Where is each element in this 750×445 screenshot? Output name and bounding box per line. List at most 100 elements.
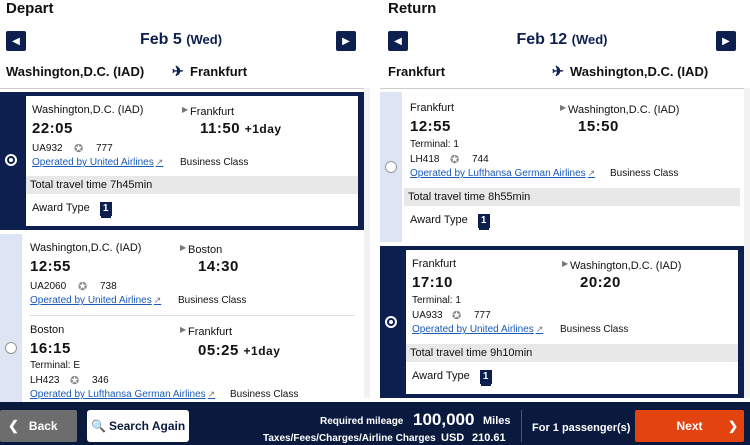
search-again-label: Search Again (108, 419, 186, 433)
arrow-right-icon: ▶ (560, 103, 567, 112)
total-travel-time: Total travel time 8h55min (404, 188, 740, 206)
operated-by-link[interactable]: Operated by United Airlines ↗ (30, 295, 161, 306)
divider (380, 88, 750, 89)
chevron-left-icon: ❮ (8, 418, 19, 433)
arrival-time-value: 11:50 (200, 120, 241, 137)
operator-text: Operated by Lufthansa German Airlines (30, 389, 206, 400)
arrival-time: 05:25 +1day (198, 342, 280, 359)
departure-time: 22:05 (32, 120, 73, 137)
depart-date: Feb 5 (Wed) (6, 31, 356, 49)
miles-unit: Miles (483, 415, 511, 427)
award-type-link[interactable]: 1 (99, 202, 112, 216)
award-type: Award Type 1 (412, 370, 492, 384)
depart-route-origin: Washington,D.C. (IAD) (6, 64, 145, 79)
departure-city: Frankfurt (412, 258, 457, 270)
external-link-icon: ↗ (153, 295, 162, 305)
back-button[interactable]: ❮ Back (0, 410, 77, 442)
arrival-time: 15:50 (578, 118, 619, 135)
aircraft-type: 777 (96, 143, 113, 154)
cabin-class: Business Class (610, 168, 679, 179)
operated-by-link[interactable]: Operated by United Airlines ↗ (412, 324, 543, 335)
return-day-of-week: (Wed) (571, 32, 608, 47)
arrival-city: Washington,D.C. (IAD) (570, 260, 682, 272)
flight-number: UA932 (32, 143, 63, 154)
flight-card: Frankfurt ▶ Washington,D.C. (IAD) 12:55 … (404, 94, 740, 240)
search-again-button[interactable]: 🔍 Search Again (87, 410, 189, 442)
return-title: Return (388, 0, 437, 17)
arrow-right-icon: ▶ (180, 243, 187, 252)
departure-time: 16:15 (30, 340, 71, 357)
return-flight-option-2[interactable]: Frankfurt ▶ Washington,D.C. (IAD) 17:10 … (380, 246, 744, 398)
star-alliance-logo-icon: ✪ (452, 310, 462, 322)
aircraft-type: 744 (472, 154, 489, 165)
return-date-bar: ◀ Feb 12 (Wed) ▶ (388, 29, 736, 53)
operator-text: Operated by United Airlines (32, 157, 154, 168)
depart-title: Depart (6, 0, 54, 17)
required-mileage-value: 100,000 (413, 410, 475, 429)
depart-scrollbar[interactable] (364, 88, 370, 398)
return-next-date-button[interactable]: ▶ (716, 31, 736, 51)
taxes-label: Taxes/Fees/Charges/Airline Charges (263, 433, 436, 444)
arrow-right-icon: ▶ (562, 259, 569, 268)
divider (521, 410, 522, 442)
depart-next-date-button[interactable]: ▶ (336, 31, 356, 51)
required-mileage-label: Required mileage (320, 416, 404, 427)
total-travel-time: Total travel time 9h10min (406, 344, 738, 362)
depart-flight-1-radio[interactable] (5, 154, 17, 166)
aircraft-type: 738 (100, 281, 117, 292)
operated-by-link[interactable]: Operated by United Airlines ↗ (32, 157, 163, 168)
footer-bar: ❮ Back 🔍 Search Again Required mileage 100… (0, 402, 750, 445)
external-link-icon: ↗ (155, 157, 164, 167)
depart-date-bar: ◀ Feb 5 (Wed) ▶ (6, 29, 356, 53)
return-flight-2-radio[interactable] (385, 316, 397, 328)
return-route-origin: Frankfurt (388, 64, 446, 79)
external-link-icon: ↗ (535, 324, 544, 334)
leg-divider (30, 315, 354, 316)
arrival-city: Frankfurt (188, 326, 233, 338)
flight-number: LH418 (410, 154, 440, 165)
flight-card: Frankfurt ▶ Washington,D.C. (IAD) 17:10 … (404, 248, 740, 396)
divider (0, 88, 370, 89)
departure-city: Washington,D.C. (IAD) (30, 242, 142, 254)
search-icon: 🔍 (91, 419, 106, 433)
award-type-link[interactable]: 1 (479, 370, 492, 384)
award-type-label: Award Type (410, 214, 468, 226)
depart-flight-2-radio[interactable] (5, 342, 17, 354)
plane-icon: ✈ (172, 63, 184, 79)
plane-icon: ✈ (552, 63, 564, 79)
next-day-indicator: +1day (244, 122, 282, 136)
depart-day-of-week: (Wed) (186, 32, 223, 47)
next-button-label: Next (676, 419, 703, 433)
operator-text: Operated by United Airlines (412, 324, 534, 335)
return-route: Frankfurt ✈ Washington,D.C. (IAD) (388, 63, 744, 82)
back-button-label: Back (28, 419, 58, 433)
return-flight-1-radio[interactable] (385, 161, 397, 173)
flight-card: Washington,D.C. (IAD) ▶ Frankfurt 22:05 … (24, 94, 360, 228)
arrival-city: Frankfurt (190, 106, 235, 118)
taxes-currency: USD (441, 432, 465, 444)
next-button[interactable]: Next ❯ (635, 410, 744, 442)
external-link-icon: ↗ (207, 389, 216, 399)
award-type-label: Award Type (412, 370, 470, 382)
arrival-time: 14:30 (198, 258, 239, 275)
flight-selection-page: Depart ◀ Feb 5 (Wed) ▶ Washington,D.C. (… (0, 0, 750, 445)
arrival-city: Washington,D.C. (IAD) (568, 104, 680, 116)
star-alliance-logo-icon: ✪ (450, 154, 460, 166)
passenger-count: For 1 passenger(s) (532, 422, 631, 434)
star-alliance-logo-icon: ✪ (70, 375, 80, 387)
award-type-link[interactable]: 1 (477, 214, 490, 228)
depart-flight-option-2[interactable]: Washington,D.C. (IAD) ▶ Boston 12:55 14:… (0, 234, 364, 402)
depart-date-text: Feb 5 (139, 31, 182, 48)
operated-by-link[interactable]: Operated by Lufthansa German Airlines ↗ (30, 389, 215, 400)
operated-by-link[interactable]: Operated by Lufthansa German Airlines ↗ (410, 168, 595, 179)
flight-leg: Frankfurt ▶ Washington,D.C. (IAD) 12:55 … (410, 100, 734, 190)
arrival-time: 11:50 +1day (200, 120, 282, 137)
depart-route: Washington,D.C. (IAD) ✈ Frankfurt (6, 63, 362, 82)
terminal: Terminal: 1 (410, 139, 459, 150)
departure-time: 17:10 (412, 274, 453, 291)
depart-flight-option-1[interactable]: Washington,D.C. (IAD) ▶ Frankfurt 22:05 … (0, 92, 364, 230)
return-flight-option-1[interactable]: Frankfurt ▶ Washington,D.C. (IAD) 12:55 … (380, 92, 744, 242)
departure-city: Frankfurt (410, 102, 455, 114)
return-scrollbar[interactable] (744, 88, 750, 398)
next-day-indicator: +1day (243, 344, 281, 358)
